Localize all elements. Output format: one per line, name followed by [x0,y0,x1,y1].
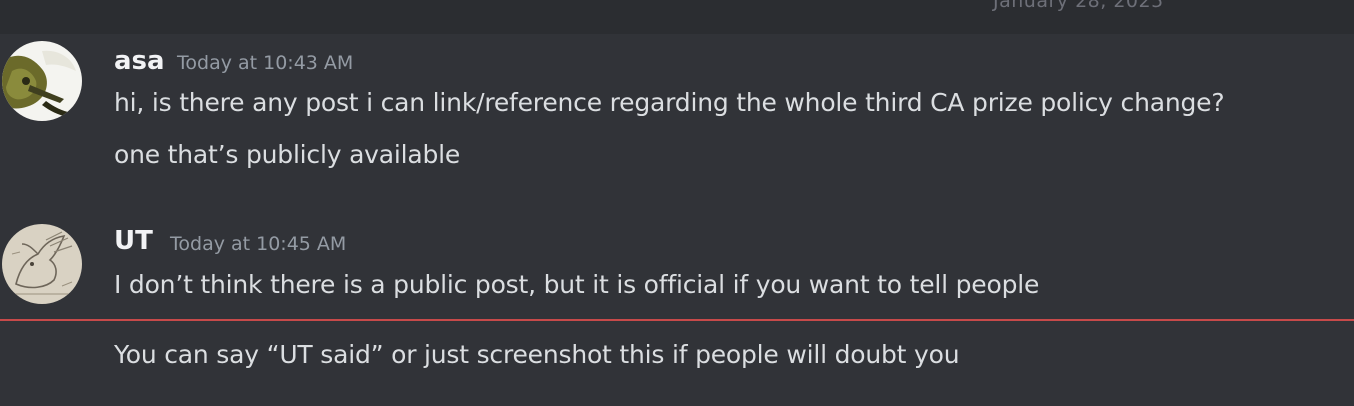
message-line: I don’t think there is a public post, bu… [114,270,1040,299]
avatar[interactable] [2,224,82,304]
message-group-ut: UT Today at 10:45 AM I don’t think there… [0,0,1354,406]
username[interactable]: UT [114,226,153,256]
message-line: You can say “UT said” or just screenshot… [114,340,960,369]
new-messages-divider [0,319,1354,321]
timestamp[interactable]: Today at 10:45 AM [170,233,346,255]
avatar-image [2,224,82,304]
